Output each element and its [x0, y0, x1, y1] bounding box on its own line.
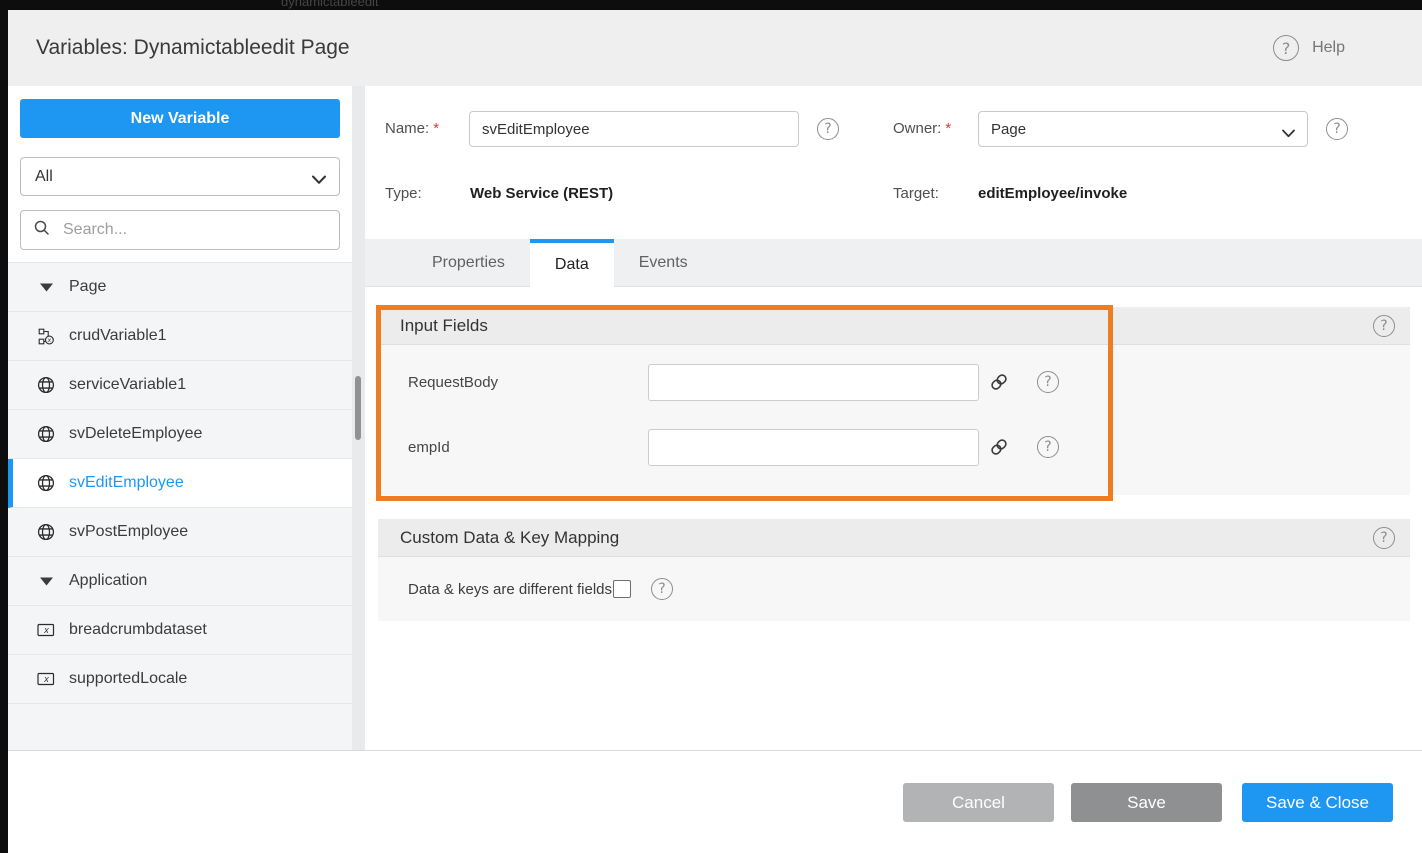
model-variable-icon: x: [36, 671, 56, 687]
tab-bar: PropertiesDataEvents: [365, 239, 1422, 287]
sidebar-item-label: supportedLocale: [69, 670, 187, 688]
custom-mapping-header: Custom Data & Key Mapping ?: [378, 519, 1410, 557]
sidebar-group-application[interactable]: Application: [8, 557, 352, 606]
sidebar-item-label: crudVariable1: [69, 327, 167, 345]
footer-divider: [8, 750, 1422, 751]
target-value: editEmployee/invoke: [978, 176, 1127, 212]
sidebar-item-label: Application: [69, 572, 147, 590]
field-label: RequestBody: [408, 364, 498, 401]
caret-down-icon: [36, 283, 56, 292]
web-service-icon: [36, 425, 56, 443]
field-help-icon[interactable]: ?: [1037, 371, 1059, 393]
variables-dialog: dynamictableedit Variables: Dynamictable…: [0, 0, 1422, 853]
dialog-header: Variables: Dynamictableedit Page ? Help: [8, 10, 1422, 86]
scrollbar-thumb[interactable]: [355, 376, 361, 440]
section-title: Custom Data & Key Mapping: [400, 519, 619, 556]
different-fields-checkbox[interactable]: [613, 580, 631, 598]
sidebar-group-page[interactable]: Page: [8, 263, 352, 312]
background-left-bar: [0, 0, 8, 853]
input-fields-header: Input Fields ?: [378, 307, 1410, 345]
svg-text:x: x: [43, 674, 49, 684]
sidebar-item-label: svPostEmployee: [69, 523, 188, 541]
search-icon: [33, 219, 51, 242]
sidebar-list-filler: [8, 704, 352, 751]
variable-list: Page x crudVariable1 serviceVariable1 svDele…: [8, 262, 352, 751]
type-value: Web Service (REST): [470, 176, 613, 212]
help-button[interactable]: ? Help: [1273, 10, 1345, 86]
custom-mapping-body: Data & keys are different fields ?: [378, 557, 1410, 621]
sidebar-item-sveditemployee[interactable]: svEditEmployee: [8, 459, 352, 508]
web-service-icon: [36, 523, 56, 541]
different-fields-label: Data & keys are different fields: [408, 581, 612, 598]
search-box[interactable]: [20, 210, 340, 250]
tab-properties[interactable]: Properties: [407, 239, 530, 287]
name-input[interactable]: [469, 111, 799, 147]
field-label: empId: [408, 429, 450, 466]
type-label: Type:: [385, 176, 422, 212]
section-help-icon[interactable]: ?: [1373, 527, 1395, 549]
sidebar-scrollbar[interactable]: [352, 86, 365, 750]
sidebar-item-crudvariable1[interactable]: x crudVariable1: [8, 312, 352, 361]
filter-value: All: [35, 168, 53, 186]
required-asterisk: *: [945, 120, 951, 137]
input-field-row-requestbody: RequestBody?: [378, 364, 1410, 401]
owner-label: Owner:*: [893, 111, 951, 147]
sidebar: New Variable All Page x crudVariable1 servi…: [8, 86, 352, 853]
link-icon[interactable]: [990, 373, 1008, 396]
variable-filter-select[interactable]: All: [20, 157, 340, 196]
required-asterisk: *: [433, 120, 439, 137]
sidebar-item-label: breadcrumbdataset: [69, 621, 207, 639]
search-input[interactable]: [61, 220, 327, 240]
sidebar-item-svdeleteemployee[interactable]: svDeleteEmployee: [8, 410, 352, 459]
background-app-title: dynamictableedit: [281, 0, 379, 9]
sidebar-item-servicevariable1[interactable]: serviceVariable1: [8, 361, 352, 410]
sidebar-item-svpostemployee[interactable]: svPostEmployee: [8, 508, 352, 557]
web-service-icon: [36, 474, 56, 492]
tab-events[interactable]: Events: [614, 239, 713, 287]
owner-value: Page: [991, 121, 1026, 138]
caret-down-icon: [36, 577, 56, 586]
svg-text:x: x: [46, 337, 51, 344]
section-title: Input Fields: [400, 307, 488, 344]
model-variable-icon: x: [36, 622, 56, 638]
dialog-main: Name:* ? Owner:* Page ? Type: Web Servic…: [365, 86, 1422, 853]
owner-help-icon[interactable]: ?: [1326, 118, 1348, 140]
svg-text:x: x: [43, 625, 49, 635]
section-help-icon[interactable]: ?: [1373, 315, 1395, 337]
tab-data[interactable]: Data: [530, 239, 614, 287]
input-fields-body: RequestBody?empId?: [378, 345, 1410, 495]
link-icon[interactable]: [990, 438, 1008, 461]
name-label: Name:*: [385, 111, 439, 147]
target-label: Target:: [893, 176, 939, 212]
sidebar-item-supportedlocale[interactable]: x supportedLocale: [8, 655, 352, 704]
background-top-bar: dynamictableedit: [0, 0, 1422, 10]
sidebar-item-label: Page: [69, 278, 106, 296]
name-help-icon[interactable]: ?: [817, 118, 839, 140]
chevron-down-icon: [312, 172, 326, 190]
input-fields-section: Input Fields ? RequestBody?empId?: [378, 307, 1410, 495]
save-button[interactable]: Save: [1071, 783, 1222, 822]
empid-input[interactable]: [648, 429, 979, 466]
help-icon: ?: [1273, 35, 1299, 61]
save-close-button[interactable]: Save & Close: [1242, 783, 1393, 822]
sidebar-item-label: svEditEmployee: [69, 474, 184, 492]
checkbox-help-icon[interactable]: ?: [651, 578, 673, 600]
input-field-row-empid: empId?: [378, 429, 1410, 466]
chevron-down-icon: [1282, 125, 1295, 142]
web-service-icon: [36, 376, 56, 394]
help-label: Help: [1312, 39, 1345, 57]
crud-variable-icon: x: [36, 328, 56, 345]
page-title: Variables: Dynamictableedit Page: [36, 10, 350, 86]
custom-mapping-section: Custom Data & Key Mapping ? Data & keys …: [378, 519, 1410, 621]
sidebar-item-label: serviceVariable1: [69, 376, 186, 394]
sidebar-item-breadcrumbdataset[interactable]: x breadcrumbdataset: [8, 606, 352, 655]
cancel-button[interactable]: Cancel: [903, 783, 1054, 822]
field-help-icon[interactable]: ?: [1037, 436, 1059, 458]
requestbody-input[interactable]: [648, 364, 979, 401]
new-variable-button[interactable]: New Variable: [20, 99, 340, 138]
owner-select[interactable]: Page: [978, 111, 1308, 147]
sidebar-item-label: svDeleteEmployee: [69, 425, 202, 443]
